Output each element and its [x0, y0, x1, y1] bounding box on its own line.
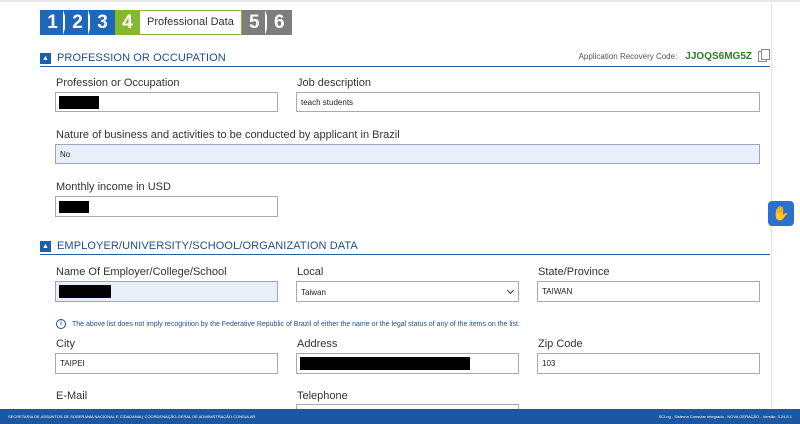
section-divider — [40, 66, 770, 67]
local-select[interactable]: Taiwan — [296, 281, 519, 302]
profession-label: Profession or Occupation — [56, 77, 180, 89]
step-number: 5 — [249, 12, 260, 33]
zip-input[interactable]: 103 — [537, 353, 760, 374]
step-2[interactable]: 2 — [65, 10, 92, 35]
step-1[interactable]: 1 — [40, 10, 67, 35]
top-border — [0, 0, 800, 2]
chevron-up-icon[interactable]: ▲ — [40, 240, 51, 252]
footer-left-text: SECRETARIA DE ASSUNTOS DE SOBERANIA NACI… — [8, 414, 256, 419]
section-title: EMPLOYER/UNIVERSITY/SCHOOL/ORGANIZATION … — [57, 240, 358, 252]
local-label: Local — [297, 266, 324, 278]
step-number: 2 — [72, 12, 83, 33]
income-label: Monthly income in USD — [56, 181, 171, 193]
zip-label: Zip Code — [538, 338, 583, 350]
local-value: Taiwan — [301, 288, 326, 297]
employer-name-label: Name Of Employer/College/School — [56, 266, 227, 278]
redaction — [59, 285, 111, 298]
step-6[interactable]: 6 — [266, 10, 292, 35]
step-3[interactable]: 3 — [90, 10, 115, 35]
step-number: 1 — [47, 12, 58, 33]
section-title: PROFESSION OR OCCUPATION — [57, 52, 226, 64]
state-input[interactable]: TAIWAN — [537, 281, 760, 302]
email-label: E-Mail — [56, 390, 88, 402]
recovery-label: Application Recovery Code: — [578, 52, 678, 61]
redaction — [59, 96, 99, 109]
hand-sign-icon[interactable]: ✋ — [768, 201, 794, 226]
nature-label: Nature of business and activities to be … — [56, 129, 400, 141]
job-description-input[interactable]: teach students — [296, 92, 760, 112]
section-divider — [40, 254, 770, 255]
state-label: State/Province — [538, 266, 610, 278]
step-number: 3 — [97, 12, 108, 33]
info-icon: i — [56, 319, 66, 329]
city-input[interactable]: TAIPEI — [55, 353, 278, 374]
chevron-up-icon[interactable]: ▲ — [40, 52, 51, 64]
employer-section-header: ▲ EMPLOYER/UNIVERSITY/SCHOOL/ORGANIZATIO… — [40, 239, 358, 253]
step-number: 4 — [122, 12, 133, 33]
step-number: 6 — [274, 12, 285, 33]
footer-right-text: SCI.ng - Sistema Consular Integrado - NO… — [658, 414, 792, 419]
employer-name-input[interactable] — [55, 281, 278, 302]
redaction — [300, 357, 470, 370]
chevron-down-icon — [506, 286, 515, 295]
step-5[interactable]: 5 — [241, 10, 269, 35]
telephone-label: Telephone — [297, 390, 348, 402]
city-label: City — [56, 338, 75, 350]
info-text: The above list does not imply recognitio… — [72, 320, 520, 328]
profession-section-header: ▲ PROFESSION OR OCCUPATION — [40, 51, 226, 65]
recovery-code: Application Recovery Code: JJOQS6MG5Z — [578, 49, 770, 62]
redaction — [59, 201, 89, 213]
step-4[interactable]: 4 — [115, 10, 140, 35]
income-input[interactable] — [55, 196, 278, 217]
wizard-steps: 1 2 3 4 Professional Data 5 6 — [40, 10, 292, 37]
address-input[interactable] — [296, 353, 519, 374]
nature-input[interactable]: No — [55, 144, 760, 164]
copy-icon[interactable] — [758, 49, 770, 62]
footer-bar: SECRETARIA DE ASSUNTOS DE SOBERANIA NACI… — [0, 409, 800, 424]
info-notice: i The above list does not imply recognit… — [56, 319, 520, 329]
address-label: Address — [297, 338, 338, 350]
profession-input[interactable] — [55, 92, 278, 112]
active-step-label: Professional Data — [140, 10, 242, 35]
job-description-label: Job description — [297, 77, 371, 89]
recovery-code-value: JJOQS6MG5Z — [685, 51, 752, 62]
